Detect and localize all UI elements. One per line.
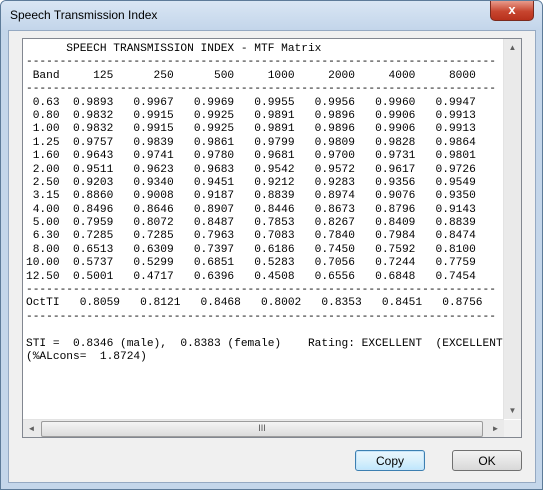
report-line: SPEECH TRANSMISSION INDEX - MTF Matrix [26,43,322,55]
report-line: 12.50 0.5001 0.4717 0.6396 0.4508 0.6556… [26,270,476,283]
ok-button[interactable]: OK [452,450,522,471]
vertical-scrollbar[interactable]: ▲ ▼ [503,39,521,419]
scrollbar-corner [504,420,521,437]
report-line: ----------------------------------------… [26,83,496,96]
scroll-down-arrow-icon[interactable]: ▼ [504,402,521,419]
report-line: ----------------------------------------… [26,310,496,323]
report-line: 10.00 0.5737 0.5299 0.6851 0.5283 0.7056… [26,257,476,270]
scroll-right-arrow-icon[interactable]: ► [487,420,504,437]
report-line: 0.63 0.9893 0.9967 0.9969 0.9955 0.9956 … [26,96,476,109]
report-line: 1.00 0.9832 0.9915 0.9925 0.9891 0.9896 … [26,123,476,136]
report-line: ----------------------------------------… [26,56,496,69]
report-line: Band 125 250 500 1000 2000 4000 8000 [26,69,476,82]
report-line: 3.15 0.8860 0.9008 0.9187 0.8839 0.8974 … [26,190,476,203]
report-line: 5.00 0.7959 0.8072 0.8487 0.7853 0.8267 … [26,217,476,230]
report-line: (%ALcons= 1.8724) [26,350,147,363]
sti-dialog-window: Speech Transmission Index x SPEECH TRANS… [0,0,543,490]
report-line: 2.50 0.9203 0.9340 0.9451 0.9212 0.9283 … [26,176,476,189]
report-line: 6.30 0.7285 0.7285 0.7963 0.7083 0.7840 … [26,230,476,243]
report-line: 1.60 0.9643 0.9741 0.9780 0.9681 0.9700 … [26,150,476,163]
report-line: 0.80 0.9832 0.9915 0.9925 0.9891 0.9896 … [26,109,476,122]
report-line: 4.00 0.8496 0.8646 0.8907 0.8446 0.8673 … [26,203,476,216]
report-line: STI = 0.8346 (male), 0.8383 (female) Rat… [26,337,503,350]
window-title: Speech Transmission Index [10,8,158,22]
scroll-grip-icon: III [258,423,266,433]
scroll-up-arrow-icon[interactable]: ▲ [504,39,521,56]
horizontal-scrollbar[interactable]: ◄ III ► [23,419,504,437]
report-line: 8.00 0.6513 0.6309 0.7397 0.6186 0.7450 … [26,243,476,256]
copy-button[interactable]: Copy [355,450,425,471]
title-bar[interactable]: Speech Transmission Index x [1,1,542,30]
report-text: SPEECH TRANSMISSION INDEX - MTF Matrix --… [23,39,503,419]
horizontal-scroll-thumb[interactable]: III [41,421,483,437]
report-textbox[interactable]: SPEECH TRANSMISSION INDEX - MTF Matrix --… [22,38,522,438]
report-line: 1.25 0.9757 0.9839 0.9861 0.9799 0.9809 … [26,136,476,149]
report-line [26,324,503,337]
scroll-left-arrow-icon[interactable]: ◄ [23,420,40,437]
report-line: 2.00 0.9511 0.9623 0.9683 0.9542 0.9572 … [26,163,476,176]
report-line: ----------------------------------------… [26,284,496,297]
close-button[interactable]: x [490,1,534,21]
close-icon: x [508,2,516,17]
dialog-client-area: SPEECH TRANSMISSION INDEX - MTF Matrix --… [8,30,536,483]
report-line: OctTI 0.8059 0.8121 0.8468 0.8002 0.8353… [26,297,483,310]
